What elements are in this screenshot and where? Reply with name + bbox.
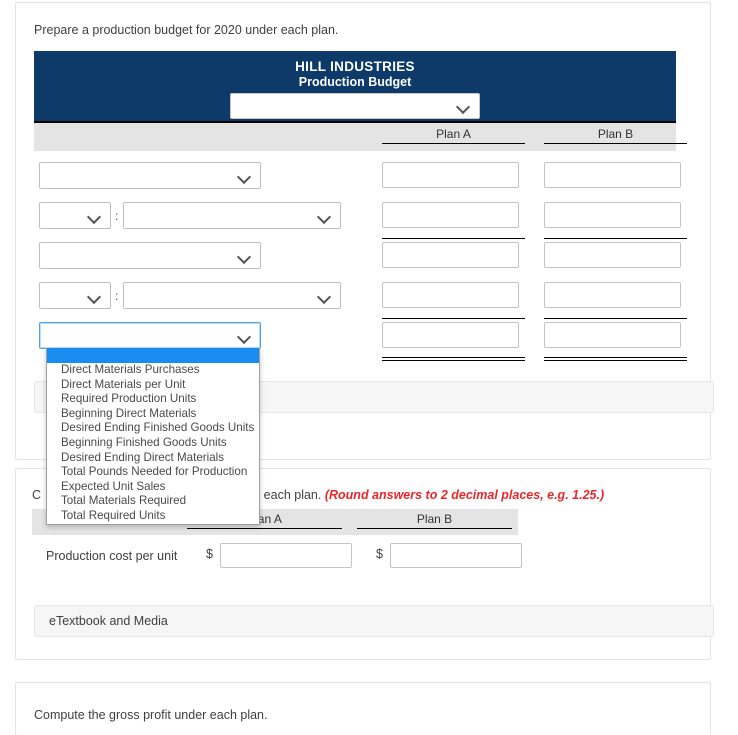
row-5-plan-b-double-rule (544, 357, 687, 361)
etextbook-and-media-label-2: eTextbook and Media (49, 614, 168, 628)
row-2-plan-a-input[interactable] (382, 202, 519, 228)
production-budget-table: HILL INDUSTRIES Production Budget Plan A… (34, 51, 687, 361)
row-4-plan-a-input[interactable] (382, 282, 519, 308)
budget-banner: HILL INDUSTRIES Production Budget (34, 51, 676, 123)
dropdown-option[interactable]: Required Production Units (47, 392, 259, 407)
dropdown-option[interactable]: Beginning Direct Materials (47, 407, 259, 422)
row-5-account-select[interactable] (39, 322, 261, 349)
dropdown-option[interactable] (47, 348, 259, 363)
dropdown-option[interactable]: Total Materials Required (47, 494, 259, 509)
row-1-label-controls (39, 162, 261, 189)
dropdown-option[interactable]: Desired Ending Direct Materials (47, 451, 259, 466)
budget-row (34, 237, 681, 277)
row-2-separator: : (115, 208, 119, 223)
dropdown-option[interactable]: Direct Materials per Unit (47, 378, 259, 393)
cost-column-header-plan-b: Plan B (357, 512, 512, 529)
account-dropdown-list[interactable]: Direct Materials Purchases Direct Materia… (46, 348, 260, 525)
row-2-account-select[interactable] (123, 202, 342, 229)
dropdown-option[interactable]: Expected Unit Sales (47, 480, 259, 495)
row-2-prefix-select[interactable] (39, 202, 111, 229)
row-5-plan-b-input[interactable] (544, 322, 681, 348)
row-3-account-select[interactable] (39, 242, 261, 269)
panel1-instruction: Prepare a production budget for 2020 und… (34, 23, 339, 37)
budget-row: : (34, 197, 687, 239)
cost-plan-a-input[interactable] (220, 543, 352, 568)
budget-row (34, 157, 681, 197)
row-5-plan-a-double-rule (382, 357, 525, 361)
row-2-label-controls: : (39, 202, 342, 229)
period-select-holder (230, 93, 480, 119)
row-3-label-controls (39, 242, 261, 269)
dropdown-option[interactable]: Beginning Finished Goods Units (47, 436, 259, 451)
currency-symbol-plan-a: $ (206, 547, 213, 561)
cost-row-label: Production cost per unit (46, 549, 178, 563)
period-select[interactable] (230, 93, 480, 119)
row-3-plan-b-input[interactable] (544, 242, 681, 268)
panel3-instruction: Compute the gross profit under each plan… (34, 708, 268, 722)
dropdown-option[interactable]: Total Required Units (47, 509, 259, 524)
dropdown-option[interactable]: Direct Materials Purchases (47, 363, 259, 378)
row-4-label-controls: : (39, 282, 342, 309)
column-header-plan-b: Plan B (544, 127, 687, 144)
budget-row: : (34, 277, 687, 319)
cost-row: Production cost per unit $ $ (32, 535, 522, 579)
budget-column-header-row: Plan A Plan B (34, 123, 687, 151)
row-5-plan-a-input[interactable] (382, 322, 519, 348)
row-1-account-select[interactable] (39, 162, 261, 189)
row-4-prefix-select[interactable] (39, 282, 111, 309)
row-1-plan-b-input[interactable] (544, 162, 681, 188)
etextbook-and-media-bar-2[interactable]: eTextbook and Media (34, 605, 714, 637)
row-4-account-select[interactable] (123, 282, 342, 309)
gross-profit-panel: Compute the gross profit under each plan… (15, 682, 711, 735)
budget-rows: :: (34, 151, 687, 361)
panel2-instruction-tail: r each plan. (256, 488, 322, 502)
currency-symbol-plan-b: $ (376, 547, 383, 561)
company-name: HILL INDUSTRIES (295, 59, 415, 74)
report-title: Production Budget (298, 75, 412, 89)
page-root: Prepare a production budget for 2020 und… (0, 0, 738, 735)
panel2-instruction-prefix: C (32, 488, 42, 502)
column-header-plan-a: Plan A (382, 127, 525, 144)
row-3-plan-a-input[interactable] (382, 242, 519, 268)
dropdown-option[interactable]: Total Pounds Needed for Production (47, 465, 259, 480)
row-1-plan-a-input[interactable] (382, 162, 519, 188)
row-4-plan-b-input[interactable] (544, 282, 681, 308)
dropdown-option[interactable]: Desired Ending Finished Goods Units (47, 421, 259, 436)
cost-plan-b-input[interactable] (390, 543, 522, 568)
row-5-label-controls (39, 322, 261, 349)
row-4-separator: : (115, 288, 119, 303)
row-2-plan-b-input[interactable] (544, 202, 681, 228)
panel2-round-note: (Round answers to 2 decimal places, e.g.… (324, 488, 605, 502)
